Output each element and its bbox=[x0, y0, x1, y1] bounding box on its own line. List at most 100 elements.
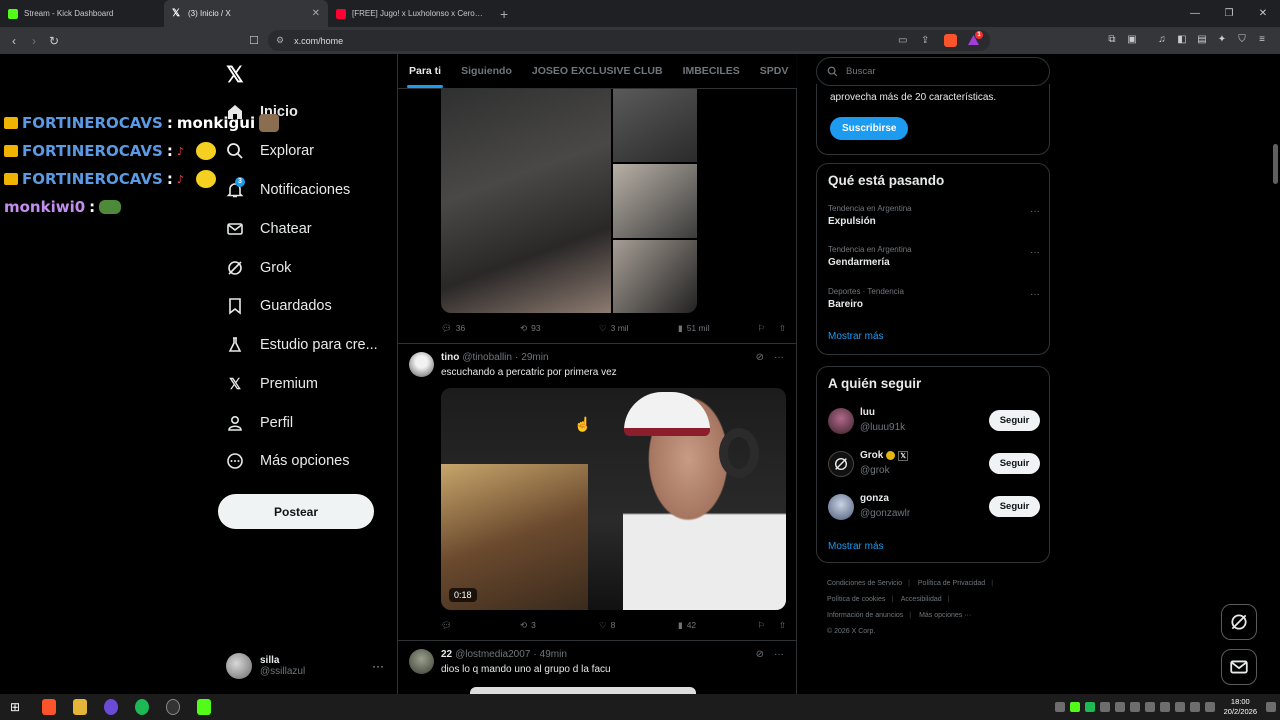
nav-item-estudio[interactable]: Estudio para cre... bbox=[226, 330, 378, 360]
tray-app-icon[interactable] bbox=[1069, 702, 1080, 712]
notifications-icon[interactable] bbox=[1266, 702, 1276, 712]
wallet-icon[interactable]: ▤ bbox=[1196, 34, 1208, 46]
post-image[interactable] bbox=[613, 164, 697, 238]
more-horizontal-icon[interactable]: ··· bbox=[1030, 206, 1040, 217]
post-button[interactable]: Postear bbox=[218, 494, 374, 529]
footer-link[interactable]: Accesibilidad bbox=[901, 596, 942, 603]
browser-tab-kick[interactable]: Stream - Kick Dashboard bbox=[0, 0, 164, 27]
post-time[interactable]: 49min bbox=[540, 649, 567, 660]
bookmark-icon[interactable]: ⚐ bbox=[757, 620, 765, 631]
footer-link[interactable]: Política de Privacidad bbox=[918, 580, 985, 587]
address-bar[interactable]: ⚙ x.com/home ▭ ⇪ 1 bbox=[268, 30, 990, 51]
cast-icon[interactable]: ▭ bbox=[898, 34, 911, 47]
views-button[interactable]: ▮ 42 bbox=[678, 620, 757, 631]
nav-item-perfil[interactable]: Perfil bbox=[226, 408, 293, 438]
footer-link[interactable]: Información de anuncios bbox=[827, 612, 903, 619]
site-info-icon[interactable]: ⚙ bbox=[276, 35, 284, 46]
forward-icon[interactable]: › bbox=[24, 34, 44, 48]
post-image[interactable] bbox=[470, 687, 696, 694]
follow-suggestion[interactable]: luu @luuu91k Seguir bbox=[828, 406, 1040, 436]
more-horizontal-icon[interactable]: ··· bbox=[774, 352, 784, 363]
nav-item-mas-opciones[interactable]: Más opciones bbox=[226, 446, 349, 476]
nav-item-premium[interactable]: 𝕏 Premium bbox=[226, 369, 318, 399]
tab-spdv[interactable]: SPDV bbox=[760, 65, 789, 77]
tray-app-icon[interactable] bbox=[1054, 702, 1065, 712]
follow-button[interactable]: Seguir bbox=[989, 410, 1040, 431]
tray-app-icon[interactable] bbox=[1174, 702, 1185, 712]
nav-item-guardados[interactable]: Guardados bbox=[226, 291, 332, 321]
sidebar-icon[interactable]: ◧ bbox=[1176, 34, 1188, 46]
extensions-icon[interactable]: ⧉ bbox=[1106, 34, 1118, 46]
x-logo-icon[interactable]: 𝕏 bbox=[226, 62, 244, 88]
repost-button[interactable]: ⟲ 93 bbox=[520, 323, 599, 334]
tab-imbeciles[interactable]: IMBECILES bbox=[683, 65, 740, 77]
author-name[interactable]: 22 bbox=[441, 649, 452, 660]
post-time[interactable]: 29min bbox=[521, 352, 548, 363]
trend-item[interactable]: Deportes · Tendencia Bareiro ··· bbox=[828, 287, 1040, 310]
nav-item-grok[interactable]: Grok bbox=[226, 253, 291, 283]
post-video[interactable]: 0:18 bbox=[441, 388, 786, 610]
tray-app-icon[interactable] bbox=[1159, 702, 1170, 712]
tray-app-icon[interactable] bbox=[1099, 702, 1110, 712]
post-image[interactable] bbox=[613, 239, 697, 313]
post-image-grid[interactable] bbox=[441, 89, 697, 313]
follow-button[interactable]: Seguir bbox=[989, 496, 1040, 517]
author-name[interactable]: tino bbox=[441, 352, 459, 363]
footer-link[interactable]: Más opciones ··· bbox=[919, 612, 971, 619]
grok-icon[interactable]: ⊘ bbox=[756, 649, 764, 660]
tray-app-icon[interactable] bbox=[1114, 702, 1125, 712]
more-horizontal-icon[interactable]: ··· bbox=[774, 649, 784, 660]
share-icon[interactable]: ⇧ bbox=[779, 620, 786, 631]
tray-app-icon[interactable] bbox=[1129, 702, 1140, 712]
like-button[interactable]: ♡ 3 mil bbox=[599, 323, 678, 334]
follow-suggestion[interactable]: Grok 𝕏 @grok Seguir bbox=[828, 449, 1040, 479]
footer-link[interactable]: Política de cookies bbox=[827, 596, 885, 603]
avatar[interactable] bbox=[409, 649, 434, 674]
menu-icon[interactable]: ≡ bbox=[1256, 34, 1268, 46]
views-button[interactable]: ▮ 51 mil bbox=[678, 323, 757, 334]
bookmark-icon[interactable]: ⚐ bbox=[757, 323, 765, 334]
browser-tab-youtube[interactable]: [FREE] Jugo! x Luxholonso x Cero* Ty... bbox=[328, 0, 492, 27]
grok-floating-button[interactable] bbox=[1221, 604, 1257, 640]
page-scrollbar[interactable] bbox=[1273, 144, 1278, 184]
reply-button[interactable]: 💬︎ 36 bbox=[441, 323, 520, 334]
close-window-icon[interactable]: ✕ bbox=[1246, 0, 1280, 27]
brave-shields-icon[interactable] bbox=[944, 34, 957, 47]
tray-app-icon[interactable] bbox=[1084, 702, 1095, 712]
post-image[interactable] bbox=[441, 89, 611, 313]
discord-icon[interactable] bbox=[104, 699, 119, 715]
tab-capture-icon[interactable]: ▣ bbox=[1126, 34, 1138, 46]
taskbar-clock[interactable]: 18:00 20/2/2026 bbox=[1224, 697, 1257, 717]
more-horizontal-icon[interactable]: ··· bbox=[1030, 289, 1040, 300]
trend-item[interactable]: Tendencia en Argentina Expulsión ··· bbox=[828, 204, 1040, 227]
file-explorer-icon[interactable] bbox=[73, 699, 88, 715]
browser-tab-x[interactable]: 𝕏 (3) Inicio / X ✕ bbox=[164, 0, 328, 27]
avatar[interactable] bbox=[409, 352, 434, 377]
post-image[interactable] bbox=[613, 89, 697, 163]
share-icon[interactable]: ⇧ bbox=[779, 323, 786, 334]
back-icon[interactable]: ‹ bbox=[4, 34, 24, 48]
subscribe-button[interactable]: Suscribirse bbox=[830, 117, 909, 140]
reload-icon[interactable]: ↻ bbox=[44, 34, 64, 48]
minimize-icon[interactable]: — bbox=[1178, 0, 1212, 27]
vpn-icon[interactable]: ⛉ bbox=[1236, 34, 1248, 46]
reply-button[interactable]: 💬︎ bbox=[441, 620, 520, 631]
spotify-icon[interactable] bbox=[135, 699, 150, 715]
brave-rewards-icon[interactable]: 1 bbox=[967, 31, 983, 47]
volume-icon[interactable] bbox=[1204, 702, 1215, 712]
show-more-trends-link[interactable]: Mostrar más bbox=[828, 331, 884, 342]
brave-taskbar-icon[interactable] bbox=[42, 699, 57, 715]
obs-icon[interactable] bbox=[166, 699, 181, 715]
account-switcher[interactable]: silla @ssillazul ··· bbox=[226, 648, 384, 684]
author-handle[interactable]: @tinoballin bbox=[462, 352, 512, 363]
like-button[interactable]: ♡ 8 bbox=[599, 620, 678, 631]
follow-suggestion[interactable]: gonza @gonzawlr Seguir bbox=[828, 492, 1040, 522]
close-tab-icon[interactable]: ✕ bbox=[312, 8, 320, 19]
leo-ai-icon[interactable]: ✦ bbox=[1216, 34, 1228, 46]
bookmark-page-icon[interactable]: ☐ bbox=[244, 34, 264, 47]
search-input[interactable]: Buscar bbox=[816, 57, 1050, 86]
tab-siguiendo[interactable]: Siguiendo bbox=[461, 65, 512, 77]
windows-start-icon[interactable]: ⊞ bbox=[10, 700, 20, 714]
restore-icon[interactable]: ❐ bbox=[1212, 0, 1246, 27]
messages-floating-button[interactable] bbox=[1221, 649, 1257, 685]
